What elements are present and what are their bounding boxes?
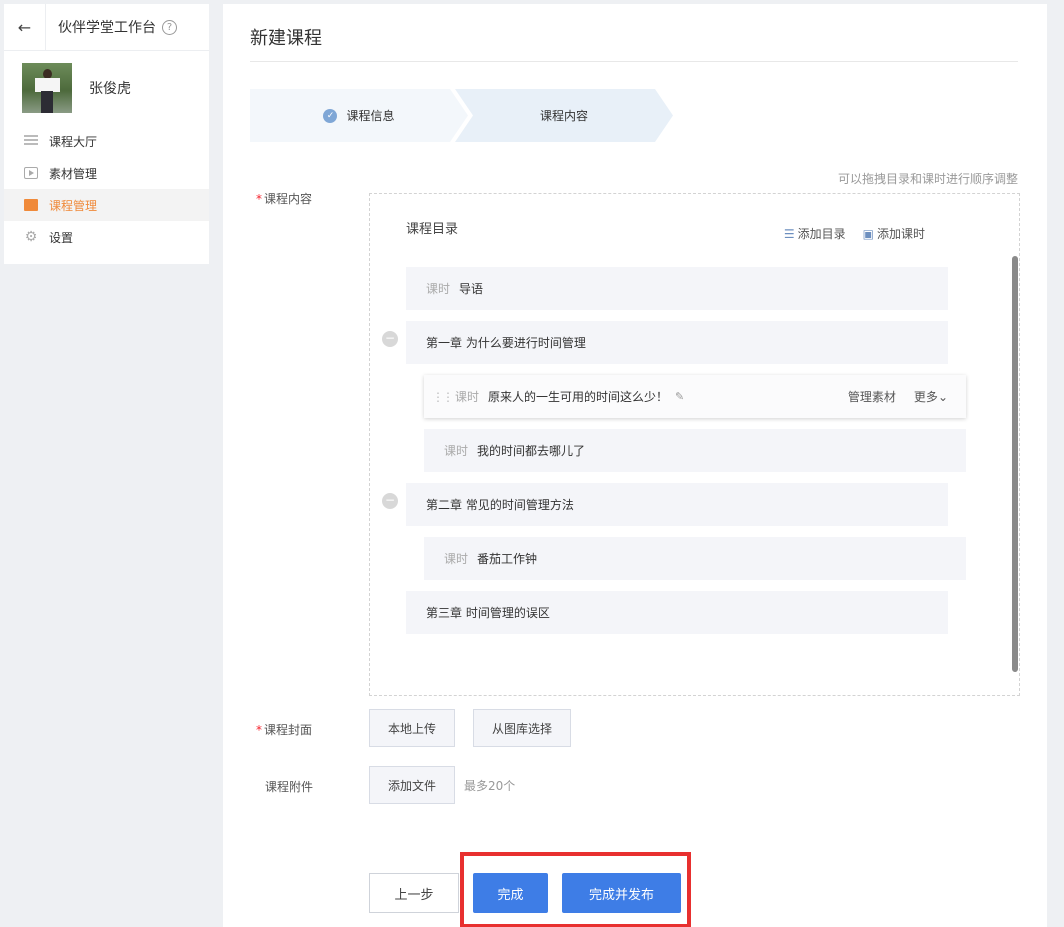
catalog-box: 课程目录 ☰ 添加目录 ▣ 添加课时 课时 导语 − 第一章 为什么要进行时间管理 … — [369, 193, 1020, 696]
sidebar-item-settings[interactable]: ⚙ 设置 — [4, 221, 209, 253]
add-lesson-link[interactable]: ▣ 添加课时 — [863, 225, 925, 242]
catalog-title: 课程目录 — [406, 222, 459, 237]
lesson-tag: 课时 — [444, 444, 469, 458]
more-dropdown[interactable]: 更多⌄ — [914, 388, 948, 405]
page-title: 新建课程 — [250, 28, 322, 49]
scrollbar[interactable] — [1012, 256, 1018, 672]
sidebar-item-course-hall[interactable]: 课程大厅 — [4, 125, 209, 157]
chapter-row[interactable]: 第一章 为什么要进行时间管理 — [406, 321, 948, 364]
list-item-active[interactable]: ⋮⋮ 课时 原来人的一生可用的时间这么少！ ✎ 管理素材 更多⌄ — [424, 375, 966, 418]
step-label: 课程信息 — [346, 109, 395, 123]
drag-hint: 可以拖拽目录和课时进行顺序调整 — [837, 172, 1018, 186]
chapter-title: 第一章 为什么要进行时间管理 — [426, 336, 586, 350]
chevron-down-icon: ⌄ — [937, 390, 948, 404]
chapter-row[interactable]: 第二章 常见的时间管理方法 — [406, 483, 948, 526]
collapse-icon[interactable]: − — [382, 331, 398, 347]
lesson-title: 我的时间都去哪儿了 — [477, 444, 586, 458]
list-icon — [24, 135, 38, 147]
list-item[interactable]: 课时 导语 — [406, 267, 948, 310]
lesson-tag: 课时 — [455, 390, 480, 404]
lesson-title: 导语 — [459, 282, 484, 296]
user-name: 张俊虎 — [89, 81, 131, 97]
cover-field-label: * 课程封面 — [256, 723, 313, 737]
list-item[interactable]: 课时 番茄工作钟 — [424, 537, 966, 580]
sidebar-item-course-manage[interactable]: 课程管理 — [4, 189, 209, 221]
lesson-title: 原来人的一生可用的时间这么少！ — [488, 390, 669, 404]
sidebar-item-label: 素材管理 — [49, 166, 98, 181]
highlight-box — [460, 852, 691, 927]
attachment-field-label: 课程附件 — [265, 780, 314, 794]
step-course-content: 课程内容 — [455, 89, 673, 142]
attachment-limit-note: 最多20个 — [464, 779, 516, 793]
sidebar-item-label: 课程管理 — [49, 198, 98, 213]
manage-material-link[interactable]: 管理素材 — [848, 388, 896, 405]
back-arrow-icon[interactable]: ← — [4, 3, 46, 51]
upload-local-button[interactable]: 本地上传 — [369, 709, 455, 747]
avatar — [22, 63, 72, 113]
choose-gallery-button[interactable]: 从图库选择 — [473, 709, 571, 747]
book-icon — [24, 199, 38, 211]
chapter-title: 第三章 时间管理的误区 — [426, 606, 550, 620]
content-field-label: * 课程内容 — [256, 192, 313, 206]
gear-icon: ⚙ — [24, 229, 38, 245]
lesson-tag: 课时 — [426, 282, 451, 296]
sidebar: ← 伙伴学堂工作台 ? 张俊虎 课程大厅 素材管理 课程管理 ⚙ 设置 — [4, 3, 209, 264]
edit-pencil-icon[interactable]: ✎ — [675, 390, 684, 403]
list-item[interactable]: 课时 我的时间都去哪儿了 — [424, 429, 966, 472]
check-icon: ✓ — [323, 108, 338, 123]
main-panel: 新建课程 ✓ 课程信息 课程内容 可以拖拽目录和课时进行顺序调整 * 课程内容 课… — [223, 4, 1047, 927]
sidebar-header: ← 伙伴学堂工作台 ? — [4, 3, 209, 51]
collapse-icon[interactable]: − — [382, 493, 398, 509]
user-profile: 张俊虎 — [4, 51, 209, 125]
media-icon — [24, 167, 38, 179]
add-catalog-icon: ☰ — [783, 227, 795, 241]
previous-step-button[interactable]: 上一步 — [369, 873, 459, 913]
chapter-title: 第二章 常见的时间管理方法 — [426, 498, 574, 512]
step-label: 课程内容 — [539, 109, 588, 123]
divider — [250, 61, 1018, 62]
add-file-button[interactable]: 添加文件 — [369, 766, 455, 804]
sidebar-item-material[interactable]: 素材管理 — [4, 157, 209, 189]
add-catalog-link[interactable]: ☰ 添加目录 — [784, 225, 846, 242]
step-course-info[interactable]: ✓ 课程信息 — [250, 89, 468, 142]
add-lesson-icon: ▣ — [862, 227, 874, 241]
lesson-tag: 课时 — [444, 552, 469, 566]
workspace-title: 伙伴学堂工作台 — [58, 20, 156, 36]
drag-handle-icon[interactable]: ⋮⋮ — [432, 390, 454, 404]
sidebar-item-label: 设置 — [49, 230, 74, 245]
sidebar-item-label: 课程大厅 — [49, 134, 98, 149]
help-icon[interactable]: ? — [162, 19, 177, 35]
chapter-row[interactable]: 第三章 时间管理的误区 — [406, 591, 948, 634]
lesson-title: 番茄工作钟 — [477, 552, 538, 566]
